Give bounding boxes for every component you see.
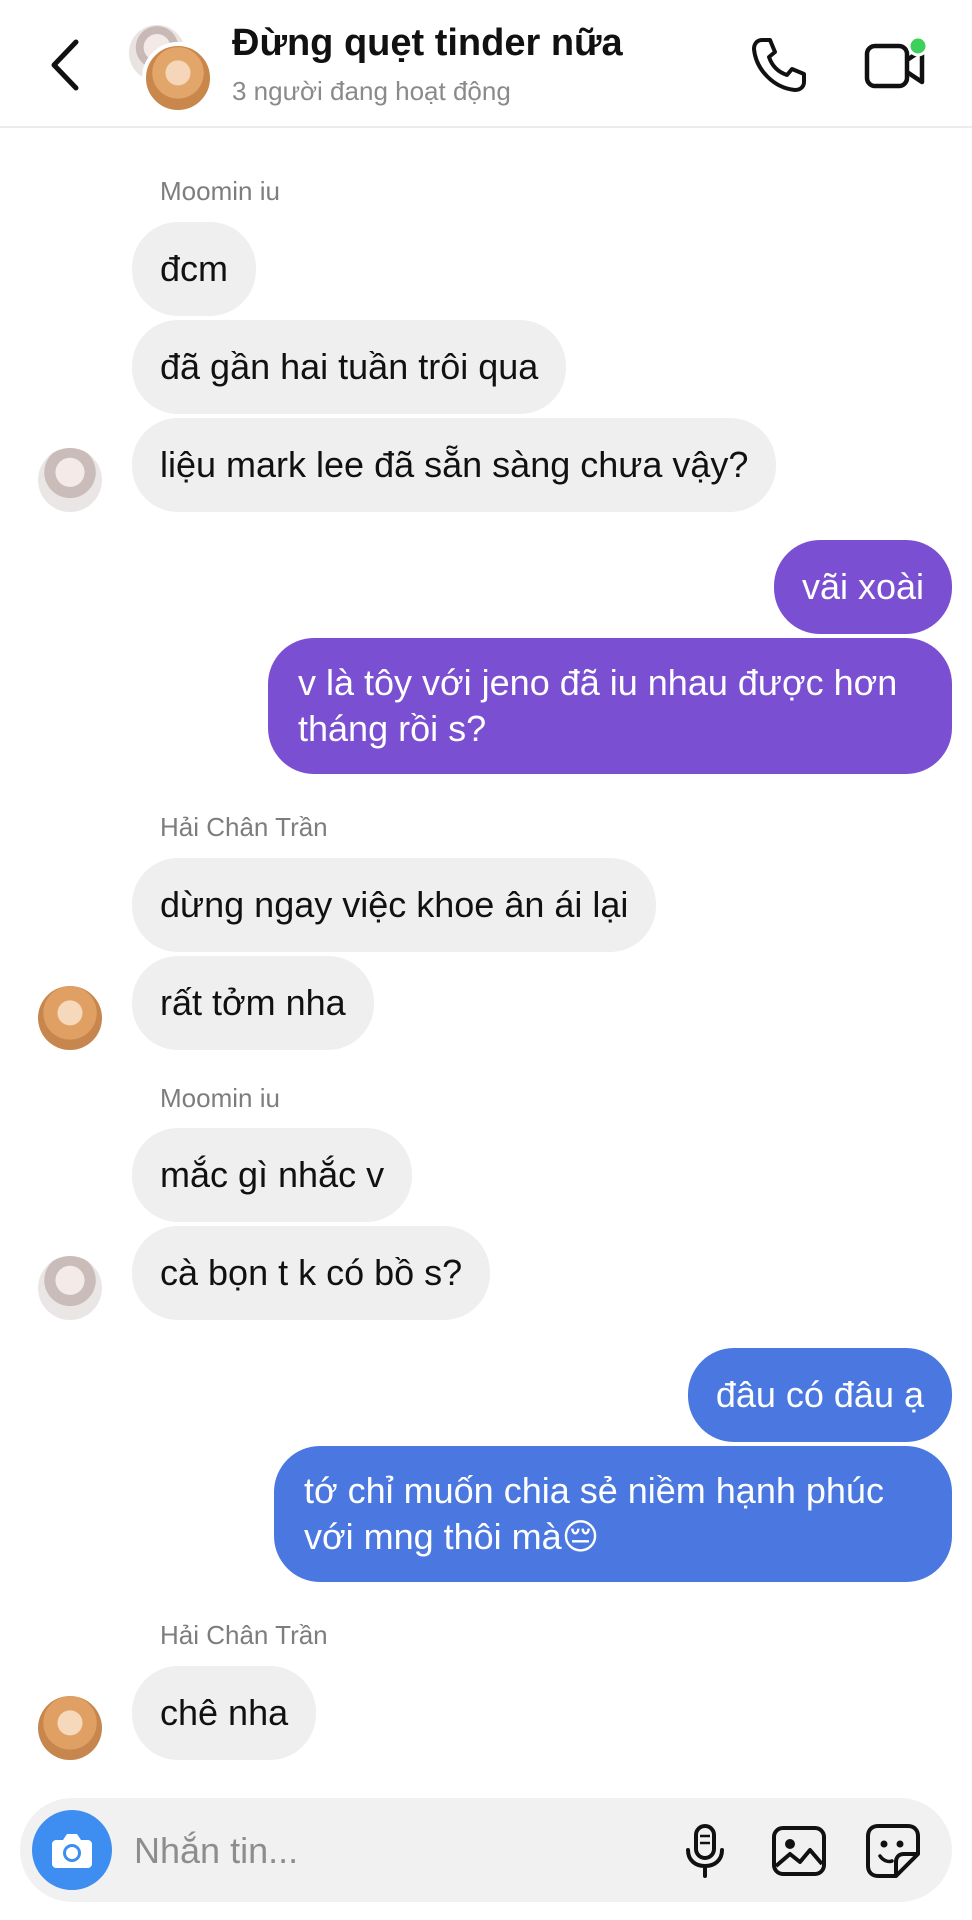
message-input[interactable] [132, 1824, 656, 1878]
online-dot-icon [907, 35, 929, 57]
message-bubble-incoming[interactable]: rất tởm nha [132, 956, 374, 1050]
sender-name: Hải Chân Trần [160, 812, 328, 842]
sticker-icon[interactable] [862, 1820, 924, 1882]
sender-avatar[interactable] [38, 448, 102, 512]
sender-name: Moomin iu [160, 1083, 280, 1113]
chat-title[interactable]: Đừng quẹt tinder nữa [232, 22, 623, 65]
message-bubble-outgoing[interactable]: vãi xoài [773, 540, 952, 634]
chat-header: Đừng quẹt tinder nữa 3 người đang hoạt đ… [0, 0, 972, 128]
message-bubble-outgoing[interactable]: đâu có đâu ạ [687, 1348, 952, 1442]
phone-icon[interactable] [748, 34, 810, 96]
active-status: 3 người đang hoạt động [232, 76, 511, 106]
image-icon[interactable] [768, 1820, 830, 1882]
back-arrow-icon[interactable] [38, 30, 94, 100]
message-bubble-incoming[interactable]: cà bọn t k có bồ s? [132, 1226, 491, 1320]
camera-button[interactable] [32, 1810, 112, 1890]
message-composer [20, 1798, 952, 1902]
sender-name: Hải Chân Trần [160, 1620, 328, 1650]
message-bubble-incoming[interactable]: chê nha [132, 1666, 317, 1760]
video-call-icon[interactable] [862, 34, 932, 96]
message-bubble-incoming[interactable]: đcm [132, 222, 257, 316]
member-avatar-hai [142, 42, 214, 114]
sender-avatar[interactable] [38, 1256, 102, 1320]
message-bubble-outgoing[interactable]: tớ chỉ muốn chia sẻ niềm hạnh phúc với m… [274, 1446, 952, 1582]
group-avatar[interactable] [126, 22, 214, 114]
message-bubble-incoming[interactable]: mắc gì nhắc v [132, 1128, 413, 1222]
microphone-icon[interactable] [674, 1820, 736, 1882]
message-bubble-outgoing[interactable]: v là tôy với jeno đã iu nhau được hơn th… [268, 638, 952, 774]
camera-icon [52, 1834, 92, 1868]
message-bubble-incoming[interactable]: dừng ngay việc khoe ân ái lại [132, 858, 657, 952]
sender-avatar[interactable] [38, 986, 102, 1050]
sender-avatar[interactable] [38, 1696, 102, 1760]
message-bubble-incoming[interactable]: liệu mark lee đã sẵn sàng chưa vậy? [132, 418, 777, 512]
sender-name: Moomin iu [160, 176, 280, 206]
message-bubble-incoming[interactable]: đã gần hai tuần trôi qua [132, 320, 567, 414]
